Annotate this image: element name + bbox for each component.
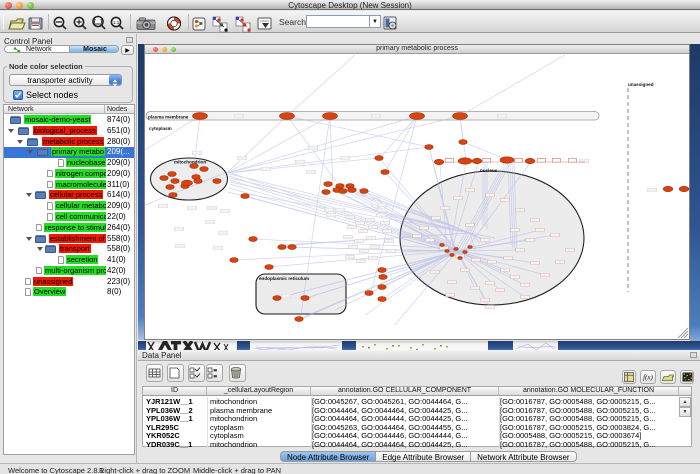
svg-text:cytoplasm: cytoplasm: [149, 126, 172, 131]
svg-text:plasma membrane: plasma membrane: [148, 115, 189, 120]
svg-text:unassigned: unassigned: [628, 82, 654, 87]
svg-text:f(x): f(x): [643, 374, 653, 382]
svg-text:1:1: 1:1: [113, 20, 120, 25]
svg-text:mitochondrion: mitochondrion: [174, 160, 206, 165]
svg-text:endoplasmic reticulum: endoplasmic reticulum: [259, 276, 309, 281]
svg-text:nucleus: nucleus: [480, 168, 498, 173]
